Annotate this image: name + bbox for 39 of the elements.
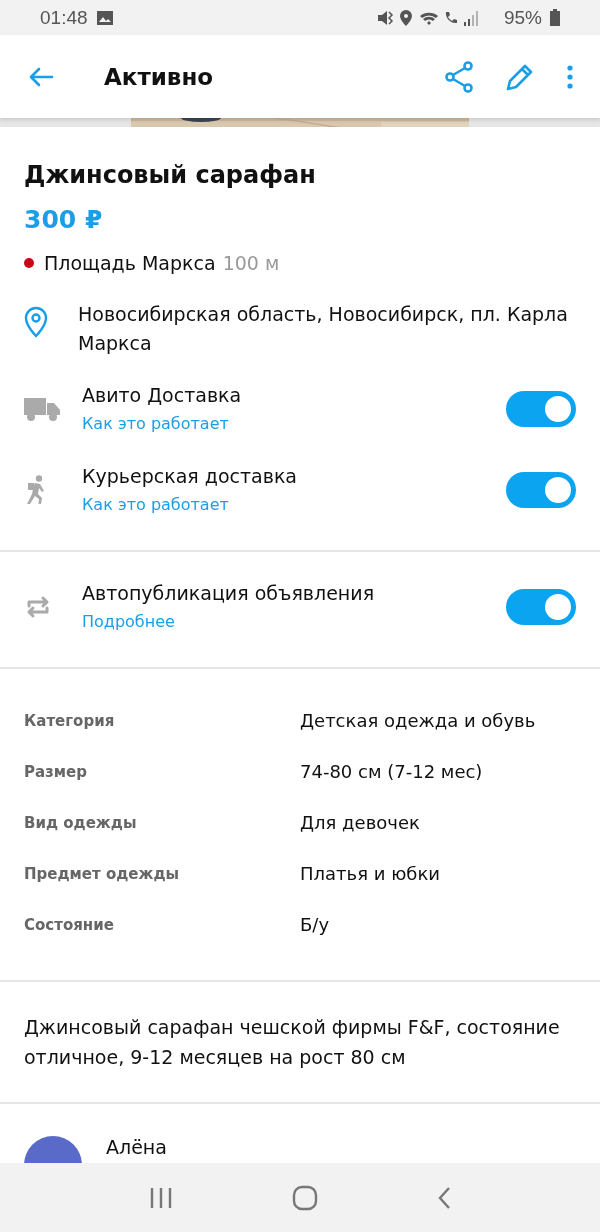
screen-title: Активно — [104, 63, 215, 90]
listing-title: Джинсовый сарафан — [24, 161, 317, 189]
option-label: Курьерская доставка — [82, 465, 298, 487]
more-icon[interactable] — [566, 64, 574, 89]
parameter-name: Размер — [24, 762, 88, 781]
toggle-switch[interactable] — [506, 588, 576, 625]
parameter-value: Б/у — [300, 914, 330, 935]
image-icon — [95, 9, 114, 26]
parameter-name: Предмет одежды — [24, 864, 181, 883]
back-nav-icon[interactable] — [436, 1185, 451, 1210]
toggle-switch[interactable] — [506, 390, 576, 427]
recent-apps-icon[interactable] — [149, 1186, 174, 1209]
metro-station: Площадь Маркса — [44, 252, 216, 274]
clock: 01:48 — [40, 6, 88, 29]
share-icon[interactable] — [444, 60, 474, 93]
parameter-name: Вид одежды — [24, 813, 138, 832]
description: Джинсовый сарафан чешской фирмы F&F, состояние отличное, 9-12 месяцев на рост 80 см — [23, 1015, 561, 1070]
more-details-link[interactable]: Подробнее — [82, 612, 175, 631]
battery-icon — [550, 9, 560, 26]
seller-name: Алёна — [106, 1136, 167, 1160]
parameter-value: 74-80 см (7-12 мес) — [300, 761, 483, 782]
back-icon[interactable] — [28, 66, 54, 87]
option-label: Автопубликация объявления — [82, 582, 376, 604]
how-it-works-link[interactable]: Как это работает — [82, 414, 229, 433]
address: Новосибирская область, Новосибирск, пл. Карла Маркса — [78, 302, 569, 356]
parameter-value: Платья и юбки — [300, 863, 440, 884]
parameter-name: Состояние — [24, 915, 115, 934]
toggle-switch[interactable] — [506, 471, 576, 508]
parameter-name: Категория — [24, 711, 116, 730]
battery-level: 95% — [503, 6, 542, 29]
location-pin-icon — [24, 306, 48, 338]
option-label: Авито Доставка — [82, 384, 243, 406]
metro-distance: 100 м — [222, 252, 280, 274]
truck-icon — [24, 395, 60, 422]
how-it-works-link[interactable]: Как это работает — [82, 495, 229, 514]
parameter-value: Детская одежда и обувь — [300, 710, 536, 731]
parameter-value: Для девочек — [300, 812, 420, 833]
home-icon[interactable] — [292, 1184, 318, 1211]
price: 300 ₽ — [24, 205, 104, 234]
